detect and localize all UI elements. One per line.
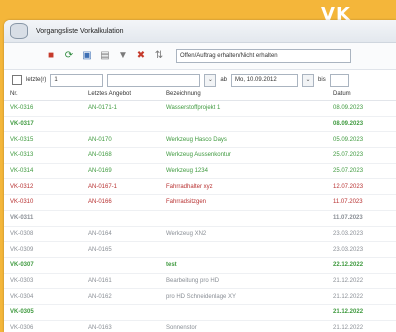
cell-letztes-angebot: AN-0168 (88, 152, 112, 159)
cell-datum: 21.12.2022 (333, 293, 364, 300)
table-row[interactable]: VK-0317 08.09.2023 (4, 117, 396, 133)
header-datum[interactable]: Datum (333, 91, 396, 97)
cell-letztes-angebot: AN-0171-1 (88, 105, 118, 112)
toolbar: ■ ⟳ ▣ ▤ ▼ ✖ ⇅ Offen/Auftrag erhalten/Nic… (4, 43, 396, 70)
last-label: letzte(r) (26, 77, 47, 83)
cell-nr: VK-0308 (10, 230, 34, 237)
table-row[interactable]: VK-0304 AN-0162 pro HD Schneidenlage XY 21.… (4, 289, 396, 305)
chevron-down-icon[interactable]: ⌄ (204, 73, 217, 87)
cell-nr: VK-0316 (10, 105, 34, 112)
cell-datum: 11.07.2023 (333, 215, 363, 222)
header-nr[interactable]: Nr. (4, 91, 88, 97)
cell-nr: VK-0317 (10, 121, 34, 128)
cell-bezeichnung: Fahrradsitzgen (166, 199, 207, 206)
cell-letztes-angebot: AN-0167-1 (88, 183, 118, 190)
cell-bezeichnung: Bearbeitung pro HD (166, 277, 220, 284)
new-document-icon[interactable]: ■ (44, 49, 58, 63)
cell-datum: 12.07.2023 (333, 183, 364, 190)
cell-letztes-angebot: AN-0164 (88, 230, 112, 237)
cell-nr: VK-0310 (10, 199, 34, 206)
end-date-input[interactable] (329, 73, 349, 87)
app-menu-icon[interactable] (10, 23, 28, 39)
cell-bezeichnung: Werkzeug Aussenkontur (166, 152, 231, 159)
table-row[interactable]: VK-0309 AN-0165 23.03.2023 (4, 242, 396, 258)
table-row[interactable]: VK-0312 AN-0167-1 Fahrradhalter xyz 12.07.2… (4, 179, 396, 196)
cell-nr: VK-0312 (10, 183, 34, 190)
table-row[interactable]: VK-0303 AN-0161 Bearbeitung pro HD 21.12.20… (4, 274, 396, 290)
table-row[interactable]: VK-0310 AN-0166 Fahrradsitzgen 11.07.2023 (4, 195, 396, 211)
cell-letztes-angebot: AN-0162 (88, 293, 112, 300)
table-row[interactable]: VK-0306 AN-0163 Sonnenstor 21.12.2022 (4, 321, 396, 332)
cell-nr: VK-0313 (10, 152, 34, 159)
table-body: VK-0316 AN-0171-1 Wasserstoffprojekt 1 08.0… (4, 101, 396, 332)
bis-label: bis (318, 77, 326, 83)
results-table: Nr. Letztes Angebot Bezeichnung Datum VK… (4, 88, 396, 332)
cell-datum: 21.12.2022 (333, 277, 364, 284)
cell-datum: 25.07.2023 (333, 168, 364, 175)
cell-letztes-angebot: AN-0165 (88, 246, 112, 253)
table-row[interactable]: VK-0311 11.07.2023 (4, 211, 396, 227)
table-row[interactable]: VK-0313 AN-0168 Werkzeug Aussenkontur 25.07… (4, 148, 396, 164)
cell-nr: VK-0303 (10, 277, 34, 284)
date-dropdown-icon[interactable]: ⌄ (302, 73, 315, 87)
cell-nr: VK-0304 (10, 293, 34, 300)
cell-datum: 21.12.2022 (333, 324, 364, 331)
cell-nr: VK-0306 (10, 324, 34, 331)
cell-datum: 23.03.2023 (333, 246, 364, 253)
filter-icon[interactable]: ▼ (116, 49, 130, 63)
cell-letztes-angebot: AN-0166 (88, 199, 112, 206)
cell-bezeichnung: test (166, 262, 177, 269)
cell-letztes-angebot: AN-0163 (88, 324, 112, 331)
table-row[interactable]: VK-0305 21.12.2022 (4, 305, 396, 321)
table-row[interactable]: VK-0315 AN-0170 Werkzeug Hasco Days 05.09.2… (4, 132, 396, 149)
refresh-icon[interactable]: ⟳ (62, 49, 76, 63)
count-input[interactable]: 1 (50, 73, 104, 87)
cell-bezeichnung: Werkzeug Hasco Days (166, 136, 227, 143)
last-checkbox[interactable] (12, 75, 22, 85)
cell-datum: 11.07.2023 (333, 199, 363, 206)
cell-datum: 23.03.2023 (333, 230, 364, 237)
delete-filter-icon[interactable]: ✖ (134, 49, 148, 63)
cell-datum: 05.09.2023 (333, 136, 364, 143)
cell-datum: 08.09.2023 (333, 121, 364, 128)
cell-nr: VK-0314 (10, 168, 34, 175)
status-filter-select[interactable]: Offen/Auftrag erhalten/Nicht erhalten (176, 49, 351, 63)
sort-icon[interactable]: ⇅ (152, 49, 166, 63)
cell-nr: VK-0311 (10, 215, 34, 222)
window-title: Vorgangsliste Vorkalkulation (36, 27, 124, 35)
cell-nr: VK-0307 (10, 262, 34, 269)
cell-datum: 21.12.2022 (333, 309, 364, 316)
ab-label: ab (220, 77, 228, 83)
app-window: Vorgangsliste Vorkalkulation ■ ⟳ ▣ ▤ ▼ ✖… (4, 20, 396, 332)
cell-datum: 22.12.2022 (333, 262, 364, 269)
cell-letztes-angebot: AN-0161 (88, 277, 112, 284)
copy-icon[interactable]: ▣ (80, 49, 94, 63)
cell-bezeichnung: Fahrradhalter xyz (166, 183, 213, 190)
cell-bezeichnung: Sonnenstor (166, 324, 197, 331)
header-letztes-angebot[interactable]: Letztes Angebot (88, 91, 166, 97)
cell-datum: 08.09.2023 (333, 105, 364, 112)
cell-letztes-angebot: AN-0170 (88, 136, 112, 143)
table-row[interactable]: VK-0316 AN-0171-1 Wasserstoffprojekt 1 08.0… (4, 101, 396, 117)
cell-datum: 25.07.2023 (333, 152, 364, 159)
date-input[interactable]: Mo, 10.09.2012 (231, 73, 299, 87)
table-row[interactable]: VK-0308 AN-0164 Werkzeug XN2 23.03.2023 (4, 227, 396, 243)
table-row[interactable]: VK-0307 test 22.12.2022 (4, 258, 396, 274)
table-row[interactable]: VK-0314 AN-0169 Werkzeug 1234 25.07.2023 (4, 164, 396, 180)
cell-bezeichnung: Wasserstoffprojekt 1 (166, 105, 221, 112)
cell-letztes-angebot: AN-0169 (88, 168, 112, 175)
table-header: Nr. Letztes Angebot Bezeichnung Datum (4, 88, 396, 101)
cell-bezeichnung: Werkzeug 1234 (166, 168, 208, 175)
title-bar: Vorgangsliste Vorkalkulation (4, 20, 396, 43)
unit-select[interactable] (107, 73, 201, 87)
cell-bezeichnung: Werkzeug XN2 (166, 230, 207, 237)
cell-nr: VK-0309 (10, 246, 34, 253)
cell-nr: VK-0315 (10, 136, 34, 143)
header-bezeichnung[interactable]: Bezeichnung (166, 91, 333, 97)
cell-bezeichnung: pro HD Schneidenlage XY (166, 293, 237, 300)
print-icon[interactable]: ▤ (98, 49, 112, 63)
cell-nr: VK-0305 (10, 309, 34, 316)
